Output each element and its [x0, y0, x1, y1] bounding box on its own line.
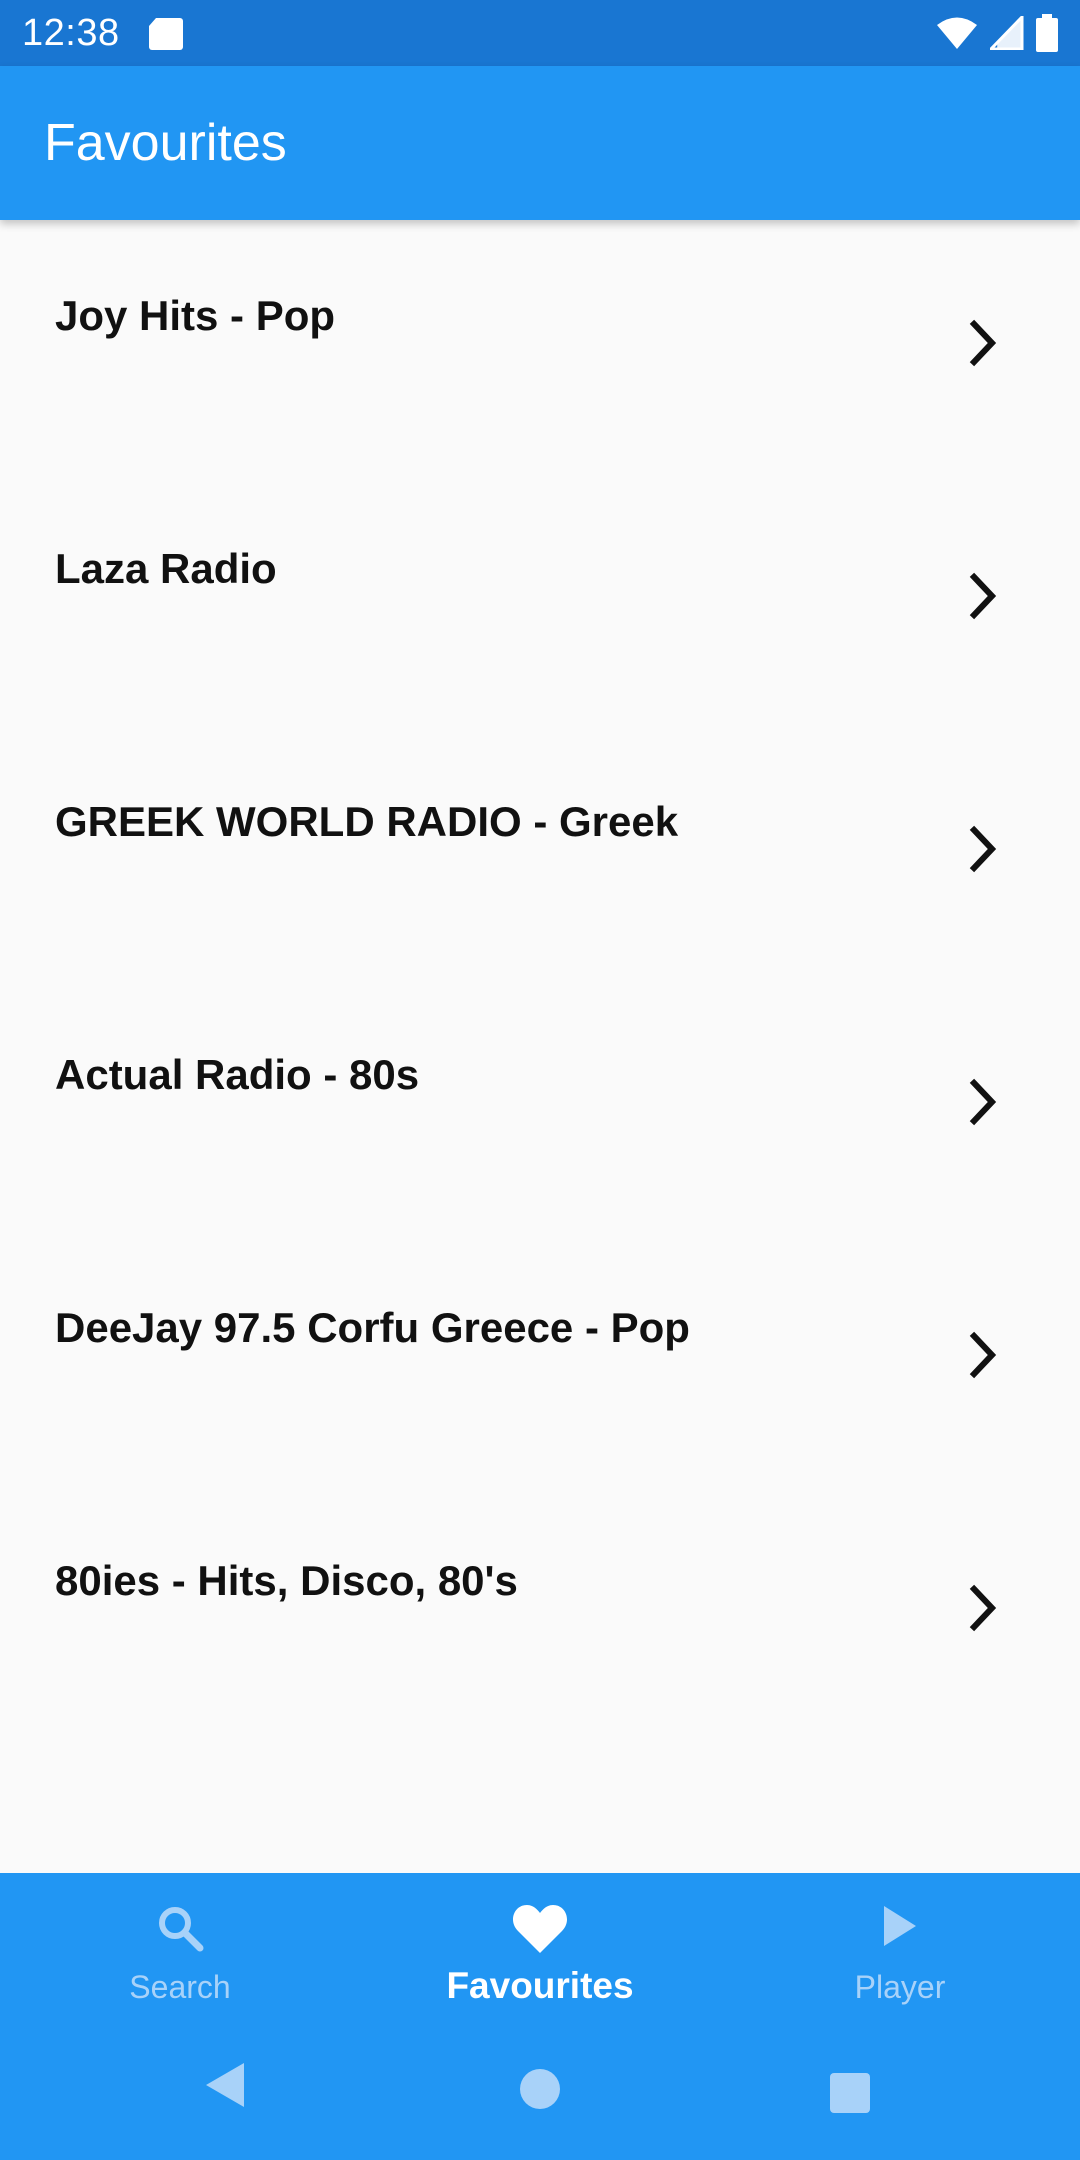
station-name: Actual Radio - 80s [55, 1051, 420, 1098]
favourites-list: Joy Hits - Pop Laza Radio GREEK WORLD RA… [0, 220, 1080, 1738]
home-icon[interactable] [518, 2067, 562, 2111]
list-item[interactable]: Joy Hits - Pop [0, 220, 1080, 473]
system-navigation-bar [0, 2023, 1080, 2160]
nav-label-search: Search [129, 1969, 231, 2005]
station-name: Joy Hits - Pop [55, 292, 336, 339]
station-name: DeeJay 97.5 Corfu Greece - Pop [55, 1304, 690, 1351]
status-icons [936, 14, 1058, 52]
list-item[interactable]: 80ies - Hits, Disco, 80's [0, 1485, 1080, 1738]
signal-icon [990, 16, 1024, 50]
nav-search[interactable]: Search [0, 1873, 360, 2023]
list-item[interactable]: Actual Radio - 80s [0, 979, 1080, 1232]
list-item[interactable]: Laza Radio [0, 473, 1080, 726]
app-bar: Favourites [0, 66, 1080, 220]
nav-player[interactable]: Player [720, 1873, 1080, 2023]
nav-label-favourites: Favourites [446, 1965, 634, 2006]
chevron-right-icon [969, 1584, 997, 1632]
nav-label-player: Player [854, 1969, 946, 2005]
station-name: Laza Radio [55, 545, 277, 592]
nav-favourites[interactable]: Favourites [360, 1873, 720, 2023]
chevron-right-icon [969, 1078, 997, 1126]
status-time: 12:38 [22, 11, 120, 54]
chevron-right-icon [969, 572, 997, 620]
status-bar: 12:38 [0, 0, 1080, 66]
recents-icon[interactable] [828, 2071, 872, 2115]
screen: 12:38 Favourites Joy Hits - Pop Laza Rad… [0, 0, 1080, 2160]
page-title: Favourites [44, 114, 287, 172]
chevron-right-icon [969, 1331, 997, 1379]
heart-icon [512, 1905, 568, 1953]
wifi-icon [936, 16, 978, 50]
battery-icon [1036, 14, 1058, 52]
bottom-navigation: Search Favourites Player [0, 1873, 1080, 2023]
chevron-right-icon [969, 319, 997, 367]
list-item[interactable]: DeeJay 97.5 Corfu Greece - Pop [0, 1232, 1080, 1485]
list-item[interactable]: GREEK WORLD RADIO - Greek [0, 726, 1080, 979]
station-name: 80ies - Hits, Disco, 80's [55, 1557, 518, 1604]
chevron-right-icon [969, 825, 997, 873]
play-icon [884, 1906, 916, 1946]
search-icon [159, 1907, 204, 1952]
sd-card-icon [148, 16, 184, 50]
back-icon[interactable] [202, 2059, 248, 2111]
station-name: GREEK WORLD RADIO - Greek [55, 798, 679, 845]
